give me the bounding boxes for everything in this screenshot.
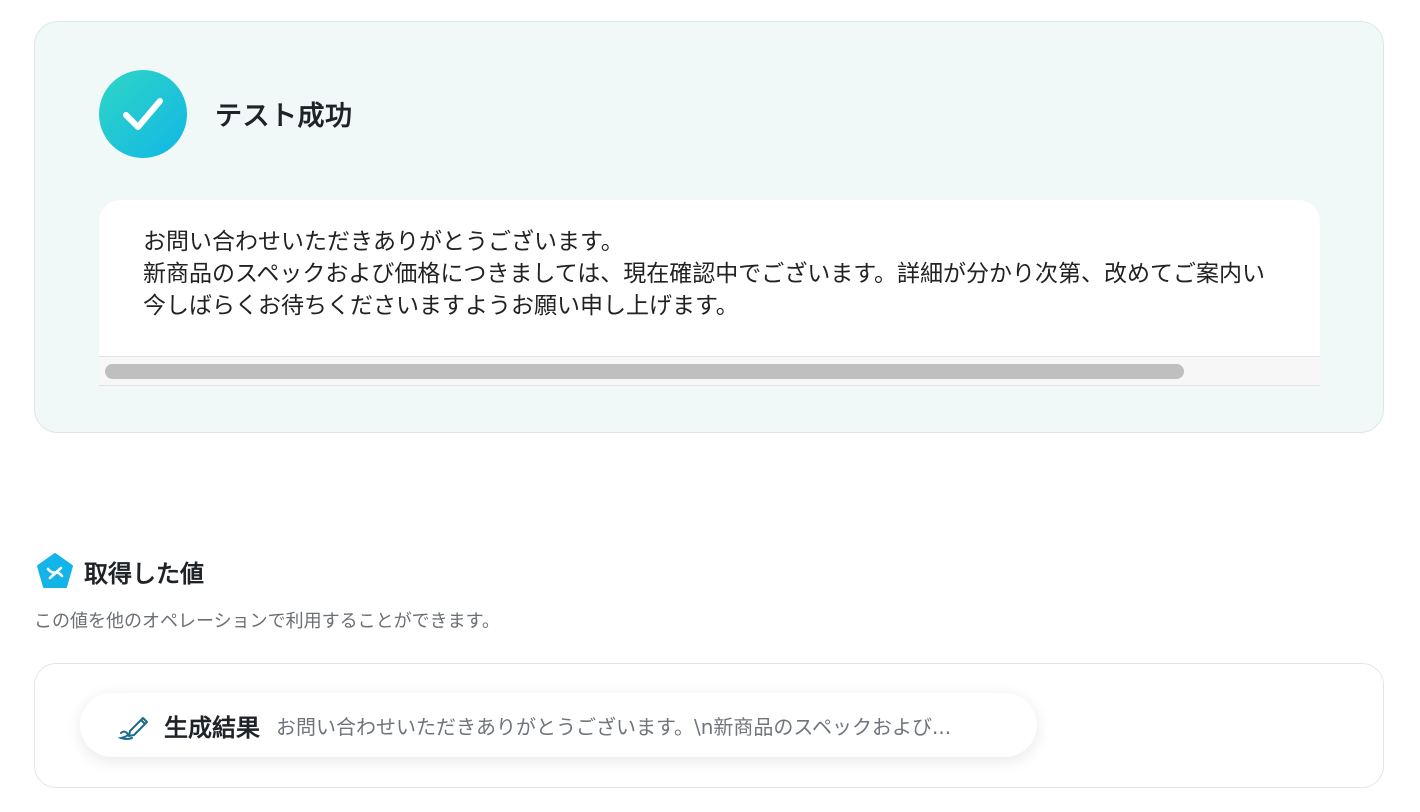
output-line-3: 今しばらくお待ちくださいますようお願い申し上げます。 [143, 293, 739, 319]
values-panel: 生成結果 お問い合わせいただきありがとうございます。\n新商品のスペックおよび.… [34, 663, 1384, 788]
values-title: 取得した値 [84, 559, 204, 588]
output-line-2: 新商品のスペックおよび価格につきましては、現在確認中でございます。詳細が分かり次… [143, 261, 1265, 287]
scrollbar-thumb[interactable] [105, 364, 1184, 379]
horizontal-scrollbar[interactable] [99, 356, 1320, 386]
success-title: テスト成功 [215, 101, 353, 132]
chip-label: 生成結果 [164, 713, 260, 742]
pen-icon [117, 709, 150, 741]
values-header: 取得した値 [36, 552, 204, 590]
success-check-icon [99, 70, 187, 158]
chip-value: お問い合わせいただきありがとうございます。\n新商品のスペックおよび... [276, 714, 952, 739]
test-success-panel: テスト成功 お問い合わせいただきありがとうございます。 新商品のスペックおよび価… [34, 21, 1384, 433]
output-text[interactable]: お問い合わせいただきありがとうございます。 新商品のスペックおよび価格につきまし… [143, 226, 1320, 322]
output-line-1: お問い合わせいただきありがとうございます。 [143, 229, 624, 255]
variable-pentagon-icon [36, 552, 74, 590]
value-chip-generated-result[interactable]: 生成結果 お問い合わせいただきありがとうございます。\n新商品のスペックおよび.… [80, 693, 1037, 757]
values-description: この値を他のオペレーションで利用することができます。 [34, 611, 500, 632]
output-box: お問い合わせいただきありがとうございます。 新商品のスペックおよび価格につきまし… [99, 200, 1320, 386]
